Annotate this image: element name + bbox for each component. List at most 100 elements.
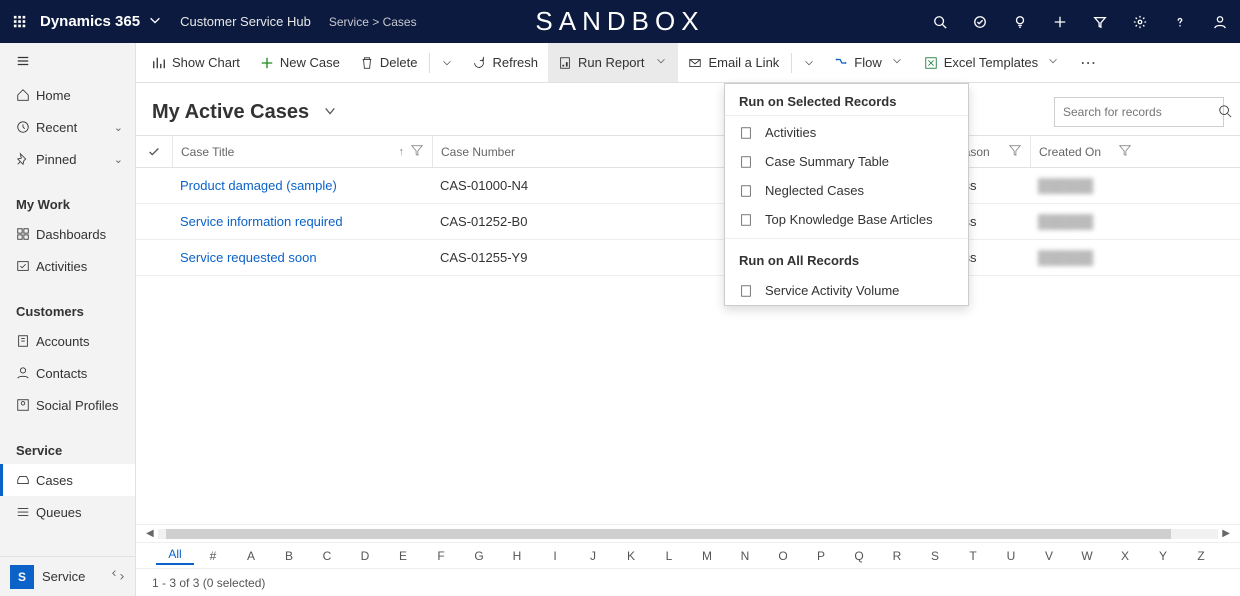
alpha-p[interactable]: P [802,549,840,563]
column-filter-icon[interactable] [1118,143,1132,160]
alpha-y[interactable]: Y [1144,549,1182,563]
cmd-excel-templates[interactable]: Excel Templates [914,43,1070,82]
alpha-u[interactable]: U [992,549,1030,563]
alpha-o[interactable]: O [764,549,802,563]
search-icon[interactable] [920,0,960,43]
alpha-#[interactable]: # [194,549,232,563]
scroll-thumb[interactable] [166,529,1171,539]
cmd-flow-label: Flow [854,55,881,70]
menu-item-activities[interactable]: Activities [725,118,968,147]
menu-item-summary[interactable]: Case Summary Table [725,147,968,176]
menu-item-service-activity[interactable]: Service Activity Volume [725,276,968,305]
alpha-w[interactable]: W [1068,549,1106,563]
gear-icon[interactable] [1120,0,1160,43]
menu-item-kb[interactable]: Top Knowledge Base Articles [725,205,968,234]
cell-case-title[interactable]: Service requested soon [172,250,432,265]
nav-pinned[interactable]: Pinned ⌄ [0,143,135,175]
help-icon[interactable] [1160,0,1200,43]
activities-icon [16,259,36,273]
nav-cases[interactable]: Cases [0,464,135,496]
column-filter-icon[interactable] [1008,143,1022,160]
cmd-refresh[interactable]: Refresh [462,43,548,82]
nav-collapse-icon[interactable] [0,43,135,79]
nav-contacts[interactable]: Contacts [0,357,135,389]
col-created-on[interactable]: Created On [1030,136,1140,167]
alpha-f[interactable]: F [422,549,460,563]
alpha-all[interactable]: All [156,547,194,565]
scroll-left-icon[interactable]: ◀ [142,528,158,539]
nav-home[interactable]: Home [0,79,135,111]
alpha-g[interactable]: G [460,549,498,563]
alpha-d[interactable]: D [346,549,384,563]
cmd-delete[interactable]: Delete [350,43,428,82]
alpha-b[interactable]: B [270,549,308,563]
cmd-run-report[interactable]: Run Report [548,43,678,82]
alpha-k[interactable]: K [612,549,650,563]
brand-label[interactable]: Dynamics 365 [40,13,144,30]
column-filter-icon[interactable] [410,143,424,160]
alpha-z[interactable]: Z [1182,549,1220,563]
hub-name[interactable]: Customer Service Hub [180,14,311,29]
alpha-j[interactable]: J [574,549,612,563]
alpha-t[interactable]: T [954,549,992,563]
bulb-icon[interactable] [1000,0,1040,43]
breadcrumb-area[interactable]: Service [329,15,369,29]
search-icon[interactable] [1218,104,1232,121]
select-all-checkbox[interactable] [136,145,172,159]
breadcrumb-entity[interactable]: Cases [383,15,417,29]
accounts-icon [16,334,36,348]
refresh-icon [472,56,486,70]
nav-social[interactable]: Social Profiles [0,389,135,421]
alpha-m[interactable]: M [688,549,726,563]
alpha-e[interactable]: E [384,549,422,563]
alpha-a[interactable]: A [232,549,270,563]
alpha-s[interactable]: S [916,549,954,563]
nav-queues[interactable]: Queues [0,496,135,528]
area-switcher[interactable]: S Service [0,556,135,596]
col-case-number[interactable]: Case Number [432,136,772,167]
alpha-c[interactable]: C [308,549,346,563]
cmd-email-link[interactable]: Email a Link [678,43,789,82]
cell-case-title[interactable]: Service information required [172,214,432,229]
scroll-track[interactable] [158,529,1219,539]
alpha-v[interactable]: V [1030,549,1068,563]
table-row[interactable]: Service information requiredCAS-01252-B0… [136,204,1240,240]
alpha-r[interactable]: R [878,549,916,563]
view-title[interactable]: My Active Cases [152,101,309,124]
alpha-x[interactable]: X [1106,549,1144,563]
cmd-delete-split-chevron[interactable] [432,43,462,82]
grid-search[interactable] [1054,97,1224,127]
alpha-n[interactable]: N [726,549,764,563]
alpha-i[interactable]: I [536,549,574,563]
alpha-l[interactable]: L [650,549,688,563]
menu-item-label: Case Summary Table [765,154,889,169]
add-icon[interactable] [1040,0,1080,43]
horizontal-scrollbar[interactable]: ◀ ▶ [136,524,1240,542]
contacts-icon [16,366,36,380]
cmd-overflow[interactable]: ⋯ [1070,43,1108,82]
col-case-title[interactable]: Case Title ↑ [172,136,432,167]
filter-icon[interactable] [1080,0,1120,43]
search-input[interactable] [1063,105,1218,119]
table-row[interactable]: Product damaged (sample)CAS-01000-N4Litw… [136,168,1240,204]
alpha-q[interactable]: Q [840,549,878,563]
annotation-arrow-cases [84,510,98,524]
cmd-new-case[interactable]: New Case [250,43,350,82]
app-launcher-icon[interactable] [0,15,40,29]
menu-item-neglected[interactable]: Neglected Cases [725,176,968,205]
nav-activities[interactable]: Activities [0,250,135,282]
table-row[interactable]: Service requested soonCAS-01255-Y9Humong… [136,240,1240,276]
scroll-right-icon[interactable]: ▶ [1218,528,1234,539]
assistant-icon[interactable] [960,0,1000,43]
cmd-email-split-chevron[interactable] [794,43,824,82]
nav-accounts[interactable]: Accounts [0,325,135,357]
view-selector-chevron-icon[interactable] [323,104,337,121]
cmd-flow[interactable]: Flow [824,43,913,82]
alpha-h[interactable]: H [498,549,536,563]
nav-recent[interactable]: Recent ⌄ [0,111,135,143]
user-icon[interactable] [1200,0,1240,43]
cell-case-title[interactable]: Product damaged (sample) [172,178,432,193]
cmd-show-chart[interactable]: Show Chart [142,43,250,82]
nav-dashboards[interactable]: Dashboards [0,218,135,250]
brand-chevron-icon[interactable] [148,13,162,30]
